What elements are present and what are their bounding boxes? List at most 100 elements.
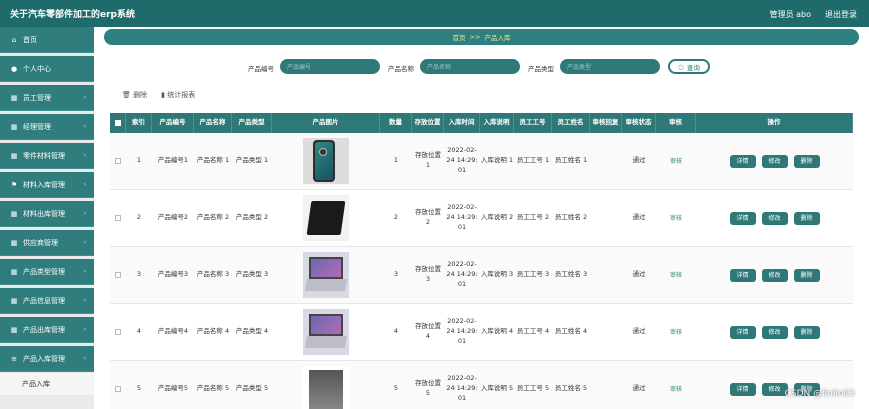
cell-type: 产品类型 1 — [235, 156, 269, 165]
column-header[interactable]: 入库说明 — [480, 113, 514, 133]
cell-qty: 4 — [393, 327, 399, 336]
trash-icon: 🗑 — [122, 91, 131, 99]
table-row: 5 产品编号5 产品名称 5 产品类型 5 5 存放位置 5 2022-02- 24 14:… — [110, 361, 853, 409]
delete-button[interactable]: 删除 — [793, 211, 820, 225]
column-header[interactable]: 产品名称 — [194, 113, 232, 133]
delete-button[interactable]: 删除 — [793, 325, 820, 339]
sidebar-item-0[interactable]: ⌂ 首页 — [0, 27, 94, 53]
row-checkbox[interactable] — [115, 158, 121, 164]
audit-link[interactable]: 审核 — [656, 361, 696, 409]
row-select-cell — [110, 304, 126, 360]
product-image-cell — [272, 247, 380, 303]
product-image — [303, 195, 349, 241]
chevron-right-icon: › — [83, 123, 86, 130]
column-header[interactable]: 员工姓名 — [552, 113, 590, 133]
sidebar-item-2[interactable]: ▦ 员工管理 › — [0, 85, 94, 111]
cell-type: 产品类型 5 — [235, 384, 269, 393]
user-name: 管理员 abo — [769, 10, 811, 19]
detail-button[interactable]: 详情 — [729, 268, 756, 282]
row-checkbox[interactable] — [115, 329, 121, 335]
column-header[interactable]: 员工工号 — [514, 113, 552, 133]
detail-button[interactable]: 详情 — [729, 325, 756, 339]
row-actions: 详情 修改 删除 — [696, 304, 853, 360]
detail-button[interactable]: 详情 — [729, 154, 756, 168]
edit-button[interactable]: 修改 — [761, 382, 788, 396]
column-header[interactable]: 产品编号 — [152, 113, 194, 133]
product-image — [303, 366, 349, 409]
product-image-cell — [272, 304, 380, 360]
cell-location: 存放位置 1 — [415, 151, 441, 169]
row-checkbox[interactable] — [115, 272, 121, 278]
column-header[interactable]: 索引 — [126, 113, 152, 133]
edit-button[interactable]: 修改 — [761, 211, 788, 225]
edit-button[interactable]: 修改 — [761, 268, 788, 282]
cell-emp_name: 员工姓名 3 — [554, 270, 588, 279]
sidebar-item-7[interactable]: ▦ 供应商管理 › — [0, 230, 94, 256]
cell-index: 5 — [136, 384, 142, 393]
sidebar-item-5[interactable]: ⚑ 材料入库管理 › — [0, 172, 94, 198]
column-header[interactable]: 审核 — [656, 113, 696, 133]
column-header[interactable]: 操作 — [696, 113, 853, 133]
product-image — [303, 309, 349, 355]
batch-delete-button[interactable]: 🗑 删除 — [122, 90, 147, 100]
sidebar-item-label: 员工管理 — [23, 93, 51, 102]
column-header[interactable]: 存放位置 — [412, 113, 444, 133]
sidebar-item-11[interactable]: ≡ 产品入库管理 › — [0, 346, 94, 372]
grid-icon: ▦ — [10, 151, 18, 160]
cell-status: 通过 — [632, 270, 646, 279]
product-code-label: 产品编号 — [248, 65, 274, 73]
search-button[interactable]: ○ 查询 — [668, 59, 710, 74]
sidebar-item-10[interactable]: ▦ 产品出库管理 › — [0, 317, 94, 343]
sidebar-item-1[interactable]: ● 个人中心 — [0, 56, 94, 82]
product-name-input[interactable]: 产品名称 — [420, 59, 520, 74]
row-checkbox[interactable] — [115, 386, 121, 392]
cell-reply — [590, 304, 622, 360]
audit-link-label: 审核 — [669, 385, 682, 393]
audit-link[interactable]: 审核 — [656, 190, 696, 246]
column-header[interactable]: 产品图片 — [272, 113, 380, 133]
column-header[interactable]: 入库时间 — [444, 113, 480, 133]
product-type-input[interactable]: 产品类型 — [560, 59, 660, 74]
row-checkbox[interactable] — [115, 215, 121, 221]
chevron-right-icon: › — [83, 181, 86, 188]
column-header[interactable]: 审核回复 — [590, 113, 622, 133]
audit-link[interactable]: 审核 — [656, 133, 696, 189]
cell-time: 2022-02- 24 14:29: 01 — [446, 203, 478, 231]
sidebar-subitem-product-inbound[interactable]: 产品入库 — [0, 373, 94, 395]
chevron-right-icon: › — [83, 355, 86, 362]
breadcrumb-home[interactable]: 首页 — [453, 32, 466, 42]
cell-emp_name: 员工姓名 2 — [554, 213, 588, 222]
report-button[interactable]: ▮ 统计报表 — [161, 90, 195, 100]
sidebar-item-4[interactable]: ▦ 零件材料管理 › — [0, 143, 94, 169]
column-header[interactable]: 产品类型 — [232, 113, 272, 133]
sidebar-item-8[interactable]: ▦ 产品类型管理 › — [0, 259, 94, 285]
delete-button[interactable]: 删除 — [793, 154, 820, 168]
select-all-checkbox[interactable] — [114, 120, 121, 126]
audit-link[interactable]: 审核 — [656, 247, 696, 303]
cell-emp_no: 员工工号 4 — [516, 327, 550, 336]
sidebar-item-3[interactable]: ▦ 经理管理 › — [0, 114, 94, 140]
detail-button[interactable]: 详情 — [729, 382, 756, 396]
column-header[interactable]: 数量 — [380, 113, 412, 133]
product-code-input[interactable]: 产品编号 — [280, 59, 380, 74]
product-image-cell — [272, 361, 380, 409]
cell-note: 入库说明 5 — [480, 384, 514, 393]
sidebar-item-6[interactable]: ▦ 材料出库管理 › — [0, 201, 94, 227]
logout-link[interactable]: 退出登录 — [825, 9, 857, 20]
edit-button[interactable]: 修改 — [761, 325, 788, 339]
product-image-cell — [272, 133, 380, 189]
cell-code: 产品编号4 — [157, 327, 189, 336]
cell-location: 存放位置 2 — [415, 208, 441, 226]
cell-code: 产品编号3 — [157, 270, 189, 279]
cell-emp_no: 员工工号 2 — [516, 213, 550, 222]
audit-link[interactable]: 审核 — [656, 304, 696, 360]
sidebar-item-9[interactable]: ▦ 产品信息管理 › — [0, 288, 94, 314]
edit-button[interactable]: 修改 — [761, 154, 788, 168]
table-row: 4 产品编号4 产品名称 4 产品类型 4 4 存放位置 4 2022-02- 24 14:… — [110, 304, 853, 361]
cell-note: 入库说明 1 — [480, 156, 514, 165]
column-header[interactable]: 审核状态 — [622, 113, 656, 133]
cell-type: 产品类型 4 — [235, 327, 269, 336]
delete-button[interactable]: 删除 — [793, 268, 820, 282]
detail-button[interactable]: 详情 — [729, 211, 756, 225]
cell-status: 通过 — [632, 156, 646, 165]
